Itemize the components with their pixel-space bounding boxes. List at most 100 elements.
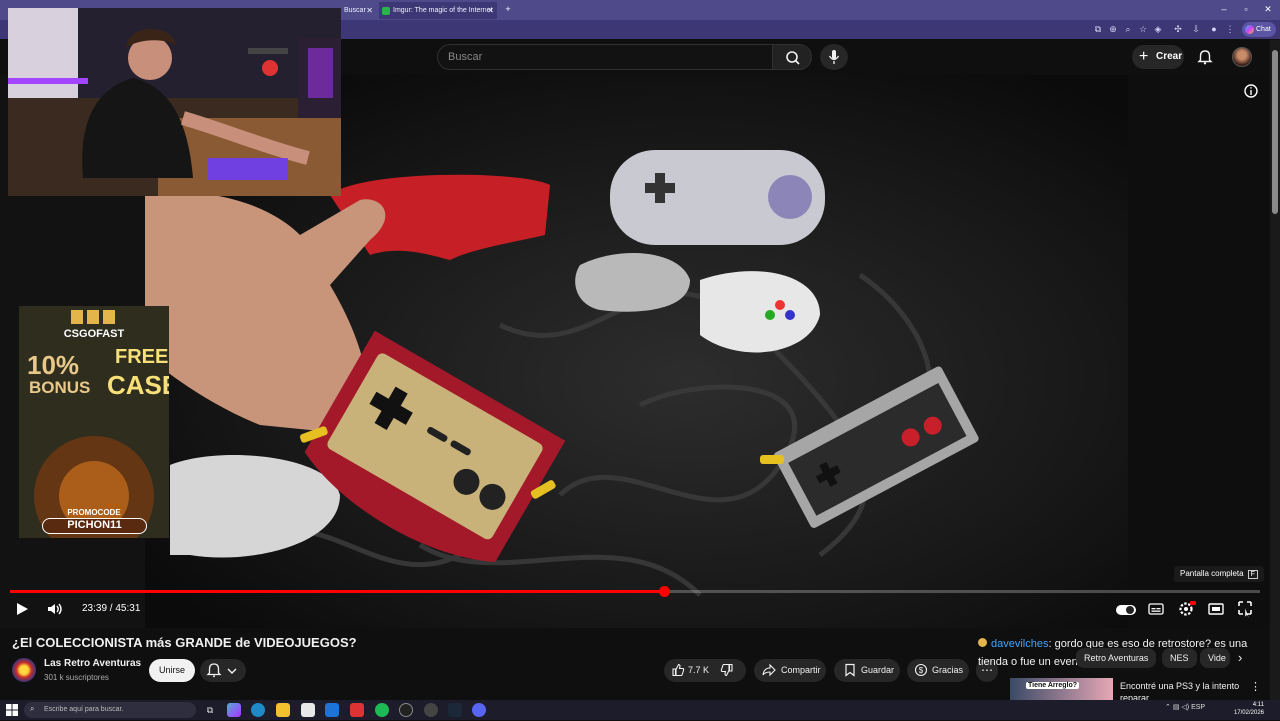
thumbs-up-icon [672, 663, 685, 677]
close-tab-icon[interactable]: ✕ [366, 2, 373, 19]
channel-name[interactable]: Las Retro Aventuras [44, 658, 141, 669]
puzzle-icon[interactable]: ✣ [1172, 23, 1184, 35]
scrollbar-thumb[interactable] [1272, 50, 1278, 214]
video-time: 23:39 / 45:31 [82, 603, 141, 614]
app-icon[interactable] [424, 703, 438, 717]
voice-search-button[interactable] [820, 44, 848, 70]
subtitles-icon [1148, 603, 1164, 615]
install-icon[interactable]: ⊕ [1107, 23, 1119, 35]
account-avatar[interactable] [1232, 47, 1252, 67]
save-button[interactable]: Guardar [834, 659, 900, 682]
autoplay-toggle-icon [1116, 605, 1136, 615]
subtitles-button[interactable] [1148, 602, 1164, 621]
thanks-button[interactable]: $ Gracias [907, 659, 969, 682]
search-input[interactable]: Buscar [437, 44, 773, 70]
ad-bonus-percent: 10% [27, 350, 80, 380]
info-icon[interactable] [1243, 83, 1259, 104]
suggested-video-thumbnail[interactable]: Tiene Arreglo? [1010, 678, 1113, 700]
spotify-icon[interactable] [375, 703, 389, 717]
translate-icon[interactable]: ⧉ [1092, 23, 1104, 35]
streamer-webcam-image [8, 8, 341, 196]
chrome-icon[interactable] [301, 703, 315, 717]
taskbar-search-input[interactable]: Escribe aquí para buscar. [24, 702, 196, 718]
theater-mode-button[interactable] [1208, 602, 1224, 621]
save-label: Guardar [861, 665, 895, 675]
share-label: Compartir [781, 665, 821, 675]
video-title: ¿El COLECCIONISTA más GRANDE de VIDEOJUE… [12, 635, 357, 650]
webcam-overlay [8, 8, 341, 196]
discord-icon[interactable] [472, 703, 486, 717]
file-explorer-icon[interactable] [276, 703, 290, 717]
notifications-button[interactable] [1196, 48, 1214, 66]
extension-icon[interactable]: ◈ [1152, 23, 1164, 35]
copilot-icon [1245, 25, 1254, 34]
chip-videojuegos[interactable]: Vide [1200, 648, 1230, 668]
windows-start-icon[interactable] [6, 703, 18, 716]
join-button[interactable]: Unirse [149, 659, 195, 682]
taskbar-search-icon: ⌕ [30, 704, 35, 713]
bell-icon [1197, 50, 1213, 65]
store-icon[interactable] [325, 703, 339, 717]
tab-imgur[interactable]: Imgur: The magic of the Internet ✕ [379, 2, 497, 19]
settings-button[interactable] [1178, 601, 1196, 622]
share-button[interactable]: Compartir [754, 659, 826, 682]
play-button[interactable] [14, 601, 30, 622]
like-button[interactable] [671, 663, 685, 686]
copilot-taskbar-icon[interactable] [227, 703, 241, 717]
task-view-icon[interactable]: ⧉ [203, 703, 217, 717]
maximize-icon[interactable]: ▫ [1236, 2, 1256, 16]
create-button[interactable]: + Crear [1132, 45, 1184, 69]
chat-username[interactable]: davevilches [991, 638, 1048, 650]
downloads-icon[interactable]: ⇩ [1190, 23, 1202, 35]
zoom-icon[interactable]: ⌕ [1122, 23, 1134, 35]
minimize-icon[interactable]: – [1214, 2, 1234, 16]
fullscreen-icon [1238, 601, 1252, 619]
tray-arrow-icon[interactable]: ⌃ [1165, 704, 1171, 711]
close-tab-icon[interactable]: ✕ [487, 2, 494, 19]
thumbnail-text: Tiene Arreglo? [1026, 682, 1080, 689]
create-label: Crear [1156, 51, 1183, 62]
search-button[interactable] [772, 44, 812, 70]
calendar-app-icon[interactable] [350, 703, 364, 717]
language-indicator[interactable]: ESP [1191, 704, 1205, 711]
chips-next-icon[interactable]: › [1238, 650, 1242, 665]
channel-avatar[interactable] [12, 658, 36, 682]
volume-button[interactable] [46, 601, 64, 622]
clock-time: 4:11 [1252, 702, 1264, 708]
taskbar-clock[interactable]: 4:11 17/02/2026 [1228, 701, 1264, 717]
ad-brand: CSGOFAST [63, 328, 125, 340]
network-icon[interactable]: ▤ [1173, 704, 1180, 711]
svg-text:$: $ [919, 666, 924, 675]
obs-icon[interactable] [399, 703, 413, 717]
new-tab-button[interactable]: + [498, 2, 518, 16]
subscription-bell-button[interactable] [200, 659, 246, 682]
bookmark-icon[interactable]: ☆ [1137, 23, 1149, 35]
share-icon [762, 663, 776, 677]
speaker-icon[interactable]: ◁) [1181, 704, 1189, 711]
bell-icon [206, 663, 237, 678]
fullscreen-tooltip: Pantalla completa F [1174, 566, 1264, 582]
tab-label: Buscar [344, 7, 366, 14]
chip-retro-aventuras[interactable]: Retro Aventuras [1076, 648, 1157, 668]
chat-avatar-icon [978, 638, 987, 647]
suggested-more-icon[interactable]: ⋮ [1250, 680, 1261, 693]
autoplay-toggle[interactable] [1116, 603, 1136, 621]
like-count: 7.7 K [688, 665, 710, 675]
search-icon [786, 51, 800, 65]
system-tray[interactable]: ⌃ ▤ ◁) ESP [1165, 703, 1205, 711]
chip-nes[interactable]: NES [1162, 648, 1197, 668]
close-window-icon[interactable]: ✕ [1258, 2, 1278, 16]
edge-icon[interactable] [251, 703, 265, 717]
dislike-button[interactable] [720, 663, 734, 686]
sponsor-ad-overlay: CSGOFAST 10% BONUS FREE CASE PROMOCODE P… [19, 306, 169, 538]
play-icon [17, 603, 28, 615]
theater-icon [1208, 603, 1224, 615]
profile-icon[interactable]: ● [1208, 23, 1220, 35]
chat-button[interactable]: Chat [1242, 22, 1276, 37]
menu-dots-icon[interactable]: ⋮ [1224, 23, 1236, 35]
ad-free: FREE [115, 346, 169, 368]
steam-icon[interactable] [448, 703, 462, 717]
thumbs-down-icon [720, 663, 733, 677]
video-scrubber-handle[interactable] [659, 586, 670, 597]
fullscreen-button[interactable] [1237, 600, 1253, 623]
